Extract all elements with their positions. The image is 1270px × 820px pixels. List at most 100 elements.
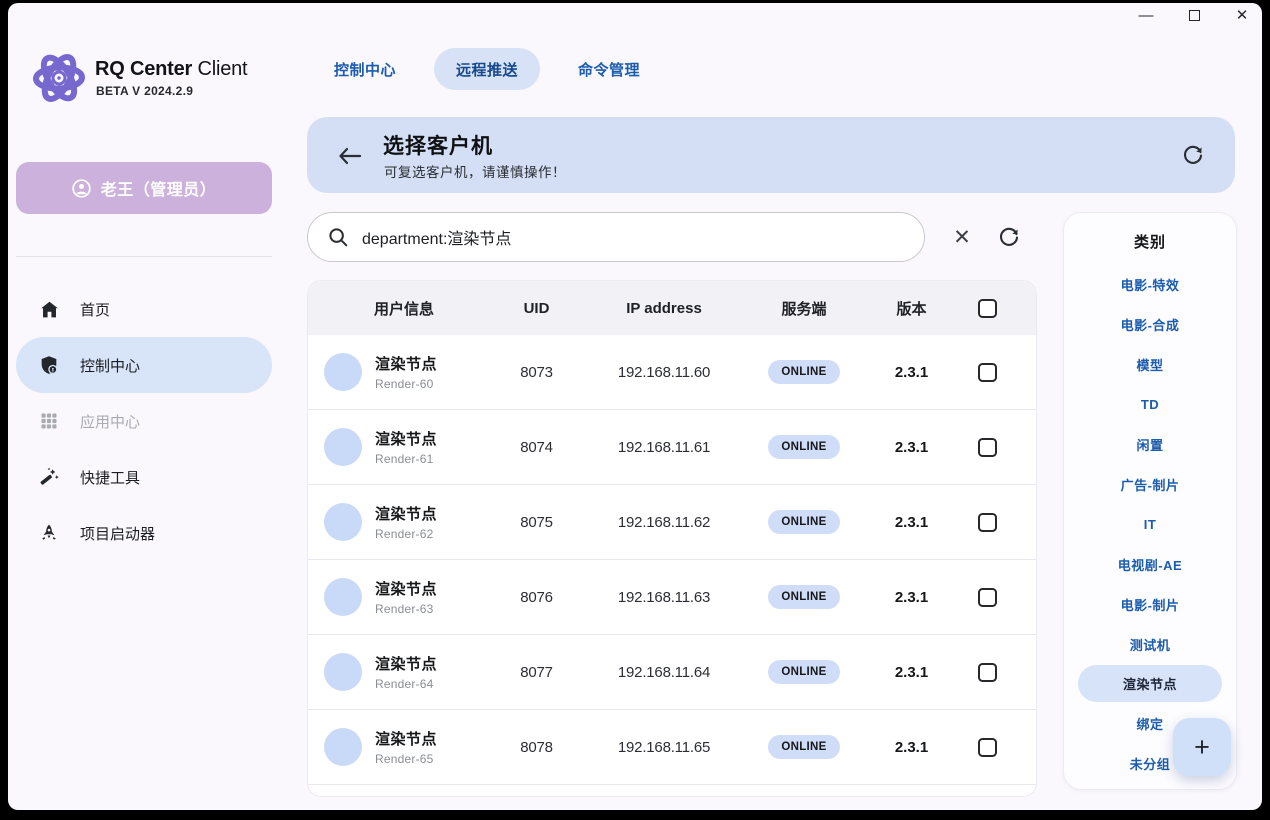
sidebar-item-project-launcher[interactable]: 项目启动器 [16, 505, 272, 561]
select-all-checkbox[interactable] [978, 299, 997, 318]
table-row[interactable]: 渲染节点Render-60 8073 192.168.11.60 ONLINE … [308, 335, 1036, 410]
row-checkbox[interactable] [978, 363, 997, 382]
client-uid: 8077 [484, 664, 589, 681]
sidebar-item-label: 首页 [80, 299, 110, 320]
avatar [324, 503, 362, 541]
minimize-icon[interactable]: — [1136, 5, 1156, 25]
col-ip: IP address [589, 300, 739, 317]
row-checkbox[interactable] [978, 588, 997, 607]
category-item[interactable]: TD [1064, 384, 1236, 424]
client-name: 渲染节点 [375, 578, 437, 599]
client-name: 渲染节点 [375, 653, 437, 674]
client-ip: 192.168.11.64 [589, 664, 739, 681]
client-version: 2.3.1 [869, 439, 954, 456]
table-row[interactable]: 渲染节点Render-65 8078 192.168.11.65 ONLINE … [308, 710, 1036, 785]
sidebar-item-app-center[interactable]: 应用中心 [16, 393, 272, 449]
table-row[interactable]: 渲染节点Render-63 8076 192.168.11.63 ONLINE … [308, 560, 1036, 635]
client-version: 2.3.1 [869, 364, 954, 381]
rocket-icon [38, 522, 60, 544]
maximize-icon[interactable] [1184, 5, 1204, 25]
tab-control-center[interactable]: 控制中心 [312, 48, 418, 90]
app-title: RQ Center Client [95, 58, 247, 81]
client-hostname: Render-63 [375, 602, 437, 616]
user-badge-label: 老王（管理员） [101, 176, 217, 200]
avatar [324, 578, 362, 616]
client-name: 渲染节点 [375, 728, 437, 749]
back-arrow-icon[interactable] [335, 141, 365, 171]
client-uid: 8075 [484, 514, 589, 531]
col-user-info: 用户信息 [324, 298, 484, 319]
search-bar [307, 212, 925, 262]
client-uid: 8074 [484, 439, 589, 456]
top-tabs: 控制中心 远程推送 命令管理 [312, 48, 662, 90]
client-version: 2.3.1 [869, 739, 954, 756]
add-category-button[interactable]: + [1173, 718, 1231, 776]
client-ip: 192.168.11.63 [589, 589, 739, 606]
client-ip: 192.168.11.65 [589, 739, 739, 756]
category-item[interactable]: 电视剧-AE [1064, 544, 1236, 584]
category-item-selected[interactable]: 渲染节点 [1078, 665, 1222, 702]
category-list: 电影-特效 电影-合成 模型 TD 闲置 广告-制片 IT 电视剧-AE 电影-… [1064, 264, 1236, 783]
clear-search-icon[interactable]: ✕ [948, 223, 976, 251]
client-hostname: Render-64 [375, 677, 437, 691]
avatar [324, 728, 362, 766]
client-version: 2.3.1 [869, 664, 954, 681]
tab-command-manage[interactable]: 命令管理 [556, 48, 662, 90]
sidebar-divider [16, 256, 272, 257]
client-hostname: Render-60 [375, 377, 437, 391]
category-title: 类别 [1064, 231, 1236, 252]
shield-icon [38, 354, 60, 376]
sidebar-item-home[interactable]: 首页 [16, 281, 272, 337]
table-row[interactable]: 渲染节点Render-61 8074 192.168.11.61 ONLINE … [308, 410, 1036, 485]
client-version: 2.3.1 [869, 589, 954, 606]
category-item[interactable]: 广告-制片 [1064, 464, 1236, 504]
window-controls: — ✕ [1136, 5, 1252, 25]
category-item[interactable]: 电影-制片 [1064, 584, 1236, 624]
grid-icon [38, 410, 60, 432]
client-name: 渲染节点 [375, 503, 437, 524]
avatar [324, 653, 362, 691]
search-input[interactable] [307, 212, 925, 262]
user-badge[interactable]: 老王（管理员） [16, 162, 272, 214]
row-checkbox[interactable] [978, 438, 997, 457]
status-badge: ONLINE [768, 585, 839, 609]
category-item[interactable]: 模型 [1064, 344, 1236, 384]
category-item[interactable]: 电影-合成 [1064, 304, 1236, 344]
close-icon[interactable]: ✕ [1232, 5, 1252, 25]
avatar [324, 428, 362, 466]
search-refresh-icon[interactable] [997, 225, 1021, 249]
category-item[interactable]: 闲置 [1064, 424, 1236, 464]
page-title: 选择客户机 [383, 130, 493, 160]
client-uid: 8073 [484, 364, 589, 381]
client-uid: 8078 [484, 739, 589, 756]
table-row[interactable]: 渲染节点Render-64 8077 192.168.11.64 ONLINE … [308, 635, 1036, 710]
avatar [324, 353, 362, 391]
home-icon [38, 298, 60, 320]
app-title-bold: RQ Center [95, 58, 192, 80]
page-subtitle: 可复选客户机，请谨慎操作！ [384, 161, 566, 181]
banner-refresh-icon[interactable] [1181, 143, 1205, 167]
col-uid: UID [484, 300, 589, 317]
tab-remote-push[interactable]: 远程推送 [434, 48, 540, 90]
table-row[interactable]: 渲染节点Render-62 8075 192.168.11.62 ONLINE … [308, 485, 1036, 560]
category-item[interactable]: IT [1064, 504, 1236, 544]
sidebar-item-label: 应用中心 [80, 411, 140, 432]
app-title-light: Client [192, 58, 247, 80]
category-item[interactable]: 电影-特效 [1064, 264, 1236, 304]
select-client-banner: 选择客户机 可复选客户机，请谨慎操作！ [307, 117, 1235, 193]
client-table: 用户信息 UID IP address 服务端 版本 渲染节点Render-60… [307, 280, 1037, 797]
sidebar-item-control-center[interactable]: 控制中心 [16, 337, 272, 393]
app-version: BETA V 2024.2.9 [96, 84, 193, 98]
row-checkbox[interactable] [978, 663, 997, 682]
category-item[interactable]: 测试机 [1064, 624, 1236, 664]
client-ip: 192.168.11.62 [589, 514, 739, 531]
maximize-box [1189, 10, 1200, 21]
row-checkbox[interactable] [978, 738, 997, 757]
category-panel: 类别 电影-特效 电影-合成 模型 TD 闲置 广告-制片 IT 电视剧-AE … [1063, 212, 1237, 790]
sidebar-item-quick-tools[interactable]: 快捷工具 [16, 449, 272, 505]
sidebar-item-label: 快捷工具 [80, 467, 140, 488]
client-ip: 192.168.11.61 [589, 439, 739, 456]
row-checkbox[interactable] [978, 513, 997, 532]
col-version: 版本 [869, 298, 954, 319]
status-badge: ONLINE [768, 435, 839, 459]
